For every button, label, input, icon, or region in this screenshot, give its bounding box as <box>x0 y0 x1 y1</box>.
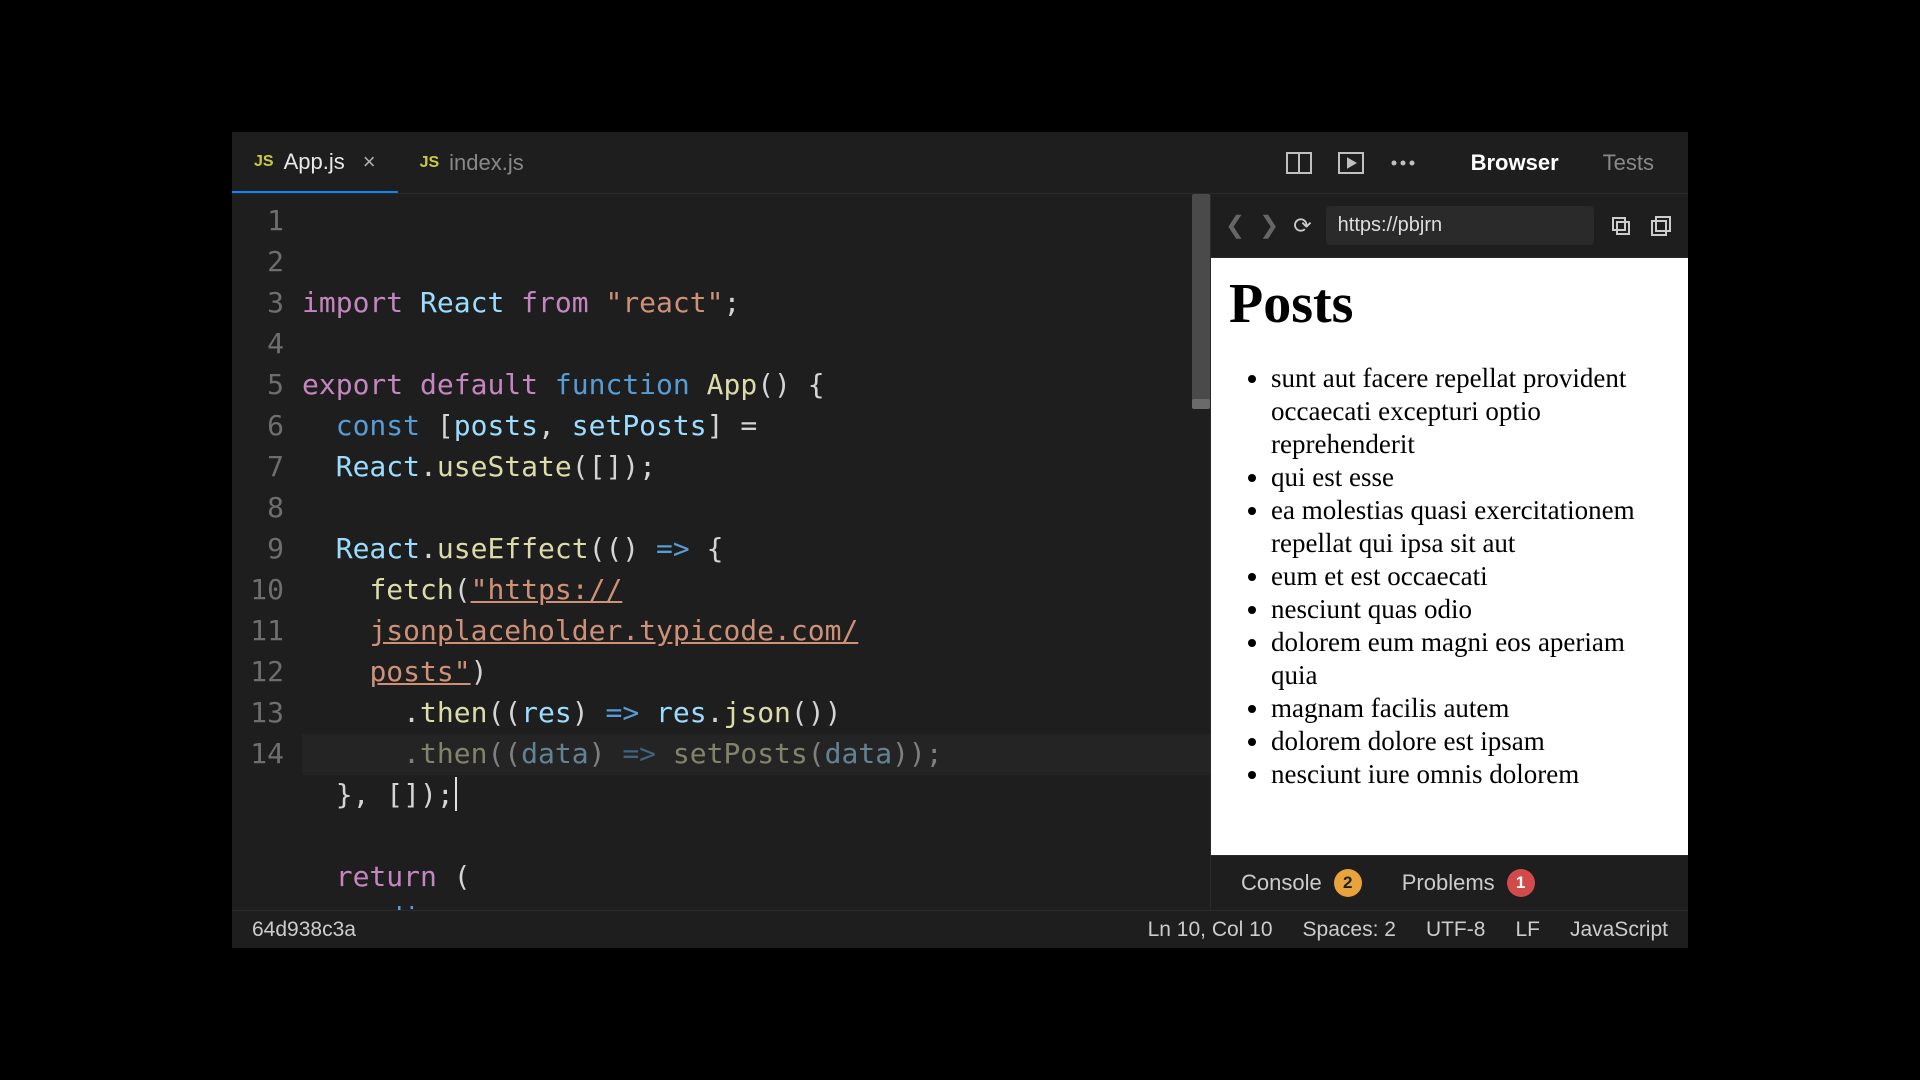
editor-scrollbar[interactable] <box>1192 194 1210 910</box>
main-row: 1234 567 891011121314 import React from … <box>232 194 1688 910</box>
toolbar-right: Browser Tests <box>1285 149 1688 177</box>
preview-pane: ❮ ❯ ⟳ Posts sunt aut facere repellat pro… <box>1210 194 1688 910</box>
browser-viewport[interactable]: Posts sunt aut facere repellat provident… <box>1211 258 1688 855</box>
bottom-panel-tabs: Console 2 Problems 1 <box>1211 855 1688 910</box>
split-panel-icon[interactable] <box>1285 149 1313 177</box>
tab-problems[interactable]: Problems 1 <box>1402 869 1535 897</box>
encoding[interactable]: UTF-8 <box>1426 918 1486 942</box>
tab-console[interactable]: Console 2 <box>1241 869 1362 897</box>
text-cursor <box>455 777 457 811</box>
file-tabs: JS App.js × JS index.js <box>232 132 546 193</box>
close-icon[interactable]: × <box>363 149 376 175</box>
back-icon[interactable]: ❮ <box>1225 211 1245 240</box>
console-badge: 2 <box>1334 869 1362 897</box>
preview-icon[interactable] <box>1337 149 1365 177</box>
list-item: nesciunt iure omnis dolorem <box>1271 758 1670 791</box>
tab-label: index.js <box>449 150 524 176</box>
tab-app-js[interactable]: JS App.js × <box>232 132 398 193</box>
tab-index-js[interactable]: JS index.js <box>398 132 546 193</box>
code-area[interactable]: import React from "react"; export defaul… <box>302 194 1210 910</box>
list-item: qui est esse <box>1271 461 1670 494</box>
list-item: ea molestias quasi exercitationem repell… <box>1271 494 1670 560</box>
status-bar: 64d938c3a Ln 10, Col 10 Spaces: 2 UTF-8 … <box>232 910 1688 948</box>
cursor-position[interactable]: Ln 10, Col 10 <box>1148 918 1273 942</box>
copy-icon[interactable] <box>1608 213 1634 239</box>
eol[interactable]: LF <box>1515 918 1540 942</box>
active-line-highlight <box>302 734 1210 775</box>
problems-label: Problems <box>1402 870 1495 896</box>
line-gutter: 1234 567 891011121314 <box>232 194 302 910</box>
more-icon[interactable] <box>1389 149 1417 177</box>
js-icon: JS <box>254 153 274 171</box>
js-icon: JS <box>420 154 440 172</box>
indent-setting[interactable]: Spaces: 2 <box>1303 918 1396 942</box>
reload-icon[interactable]: ⟳ <box>1293 213 1311 239</box>
editor-pane[interactable]: 1234 567 891011121314 import React from … <box>232 194 1210 910</box>
list-item: dolorem dolore est ipsam <box>1271 725 1670 758</box>
tab-tests[interactable]: Tests <box>1603 150 1654 176</box>
posts-list: sunt aut facere repellat provident occae… <box>1229 362 1670 791</box>
list-item: dolorem eum magni eos aperiam quia <box>1271 626 1670 692</box>
tab-bar: JS App.js × JS index.js Browser Tests <box>232 132 1688 194</box>
forward-icon[interactable]: ❯ <box>1259 211 1279 240</box>
tab-label: App.js <box>284 149 345 175</box>
tab-browser[interactable]: Browser <box>1471 150 1559 176</box>
commit-hash[interactable]: 64d938c3a <box>252 918 356 942</box>
list-item: sunt aut facere repellat provident occae… <box>1271 362 1670 461</box>
list-item: eum et est occaecati <box>1271 560 1670 593</box>
open-external-icon[interactable] <box>1648 213 1674 239</box>
list-item: nesciunt quas odio <box>1271 593 1670 626</box>
url-input[interactable] <box>1326 206 1594 245</box>
browser-toolbar: ❮ ❯ ⟳ <box>1211 194 1688 258</box>
console-label: Console <box>1241 870 1322 896</box>
preview-heading: Posts <box>1229 272 1670 336</box>
ide-window: JS App.js × JS index.js Browser Tests <box>232 132 1688 948</box>
list-item: magnam facilis autem <box>1271 692 1670 725</box>
language-mode[interactable]: JavaScript <box>1570 918 1668 942</box>
scroll-thumb[interactable] <box>1192 194 1210 404</box>
scroll-marker <box>1192 399 1210 409</box>
preview-tabs: Browser Tests <box>1471 150 1654 176</box>
problems-badge: 1 <box>1507 869 1535 897</box>
